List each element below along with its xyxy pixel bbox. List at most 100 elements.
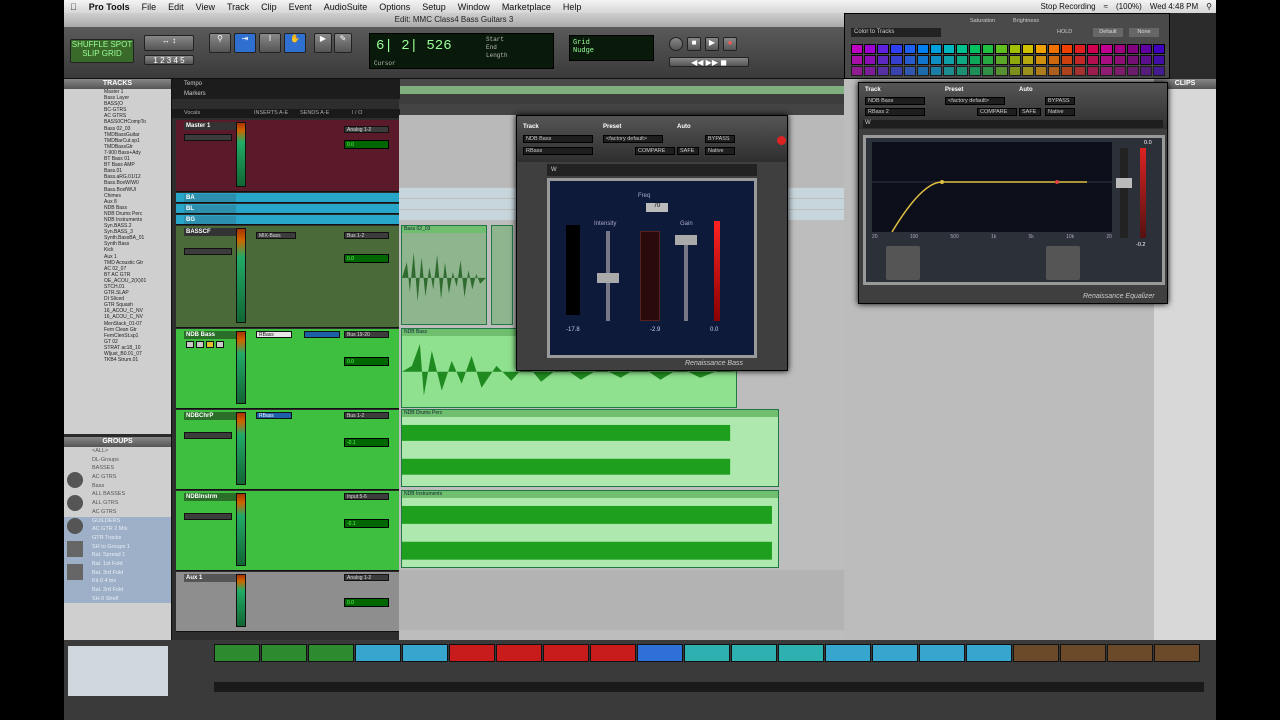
clip-ndb-instruments[interactable]: NDB Instruments: [401, 490, 779, 568]
selector-tool-icon[interactable]: I: [259, 33, 281, 53]
trim-tool-icon[interactable]: ⇥: [234, 33, 256, 53]
timeline-segment[interactable]: [1060, 644, 1106, 662]
track-ndbinstrm[interactable]: NDBInstrm Input 5-6 -0.1: [176, 491, 400, 571]
scrubber-tool-icon[interactable]: ▶: [314, 33, 332, 53]
color-swatch[interactable]: [1074, 66, 1087, 76]
solo-icon[interactable]: [206, 341, 214, 348]
color-swatch[interactable]: [929, 44, 942, 54]
group-icon-2[interactable]: [67, 495, 83, 511]
track-name[interactable]: NDBInstrm: [184, 493, 236, 501]
color-swatch[interactable]: [864, 55, 877, 65]
timeline-segment[interactable]: [637, 644, 683, 662]
volume-display[interactable]: 0.0: [344, 357, 389, 366]
preset-selector[interactable]: <factory default>: [603, 135, 663, 143]
timeline-segment[interactable]: [919, 644, 965, 662]
color-swatch[interactable]: [1087, 55, 1100, 65]
zoom-buttons[interactable]: ↔ ↕: [144, 35, 194, 51]
color-swatch[interactable]: [864, 66, 877, 76]
color-swatch[interactable]: [1126, 66, 1139, 76]
track-name[interactable]: Aux 1: [184, 574, 236, 582]
band-1-controls[interactable]: [886, 246, 920, 280]
timeline-segment[interactable]: [1013, 644, 1059, 662]
group-list-item[interactable]: Bal. 3rd Fold: [64, 586, 171, 595]
color-swatch[interactable]: [877, 44, 890, 54]
color-swatch[interactable]: [1126, 44, 1139, 54]
color-swatch[interactable]: [1126, 55, 1139, 65]
color-swatch[interactable]: [1061, 44, 1074, 54]
freq-value[interactable]: 70: [646, 203, 668, 212]
color-swatch[interactable]: [916, 55, 929, 65]
color-swatch[interactable]: [1152, 55, 1165, 65]
color-swatch[interactable]: [1034, 66, 1047, 76]
timeline-segment[interactable]: [1154, 644, 1200, 662]
timeline-segment[interactable]: [355, 644, 401, 662]
timeline-segment[interactable]: [496, 644, 542, 662]
track-ndbchrp[interactable]: NDBChrP RBass Bus 1-2 -0.1: [176, 410, 400, 490]
clip-list-bottom[interactable]: [68, 646, 168, 696]
color-swatch[interactable]: [903, 44, 916, 54]
track-name[interactable]: Master 1: [184, 122, 236, 130]
color-swatch[interactable]: [1087, 44, 1100, 54]
timeline-segment[interactable]: [261, 644, 307, 662]
menu-marketplace[interactable]: Marketplace: [496, 2, 557, 12]
grabber-tool-icon[interactable]: ✋: [284, 33, 306, 53]
battery-status[interactable]: (100%): [1116, 2, 1142, 11]
group-list-item[interactable]: DL-Groups: [64, 456, 171, 465]
insert-selector[interactable]: RBass 2: [865, 108, 925, 116]
color-swatch[interactable]: [1061, 55, 1074, 65]
menu-file[interactable]: File: [136, 2, 163, 12]
close-plugin-icon[interactable]: [777, 136, 786, 145]
color-swatch[interactable]: [982, 44, 995, 54]
timeline-segment[interactable]: [731, 644, 777, 662]
color-swatch[interactable]: [1008, 55, 1021, 65]
apple-icon[interactable]: : [64, 2, 83, 12]
color-swatch[interactable]: [903, 66, 916, 76]
color-target-selector[interactable]: Color to Tracks: [851, 28, 941, 37]
color-swatch[interactable]: [1100, 44, 1113, 54]
track-selector[interactable]: NDB Bass: [523, 135, 593, 143]
color-swatch[interactable]: [1074, 44, 1087, 54]
menu-edit[interactable]: Edit: [162, 2, 190, 12]
tempo-ruler[interactable]: [399, 94, 844, 104]
gain-fader-thumb[interactable]: [1116, 178, 1132, 188]
color-swatch[interactable]: [1034, 44, 1047, 54]
group-icon-1[interactable]: [67, 472, 83, 488]
timeline-segment[interactable]: [402, 644, 448, 662]
color-swatch[interactable]: [982, 55, 995, 65]
plugin-toolbar[interactable]: W: [863, 120, 1163, 128]
automation-mode[interactable]: [184, 134, 232, 141]
output-selector[interactable]: Bus 1-2: [344, 412, 389, 419]
color-swatch-grid[interactable]: [851, 44, 1165, 76]
preset-selector[interactable]: <factory default>: [945, 97, 1005, 105]
track-name[interactable]: BG: [184, 216, 236, 224]
send-slot[interactable]: [304, 331, 340, 338]
eq-graph[interactable]: [872, 142, 1112, 232]
universe-timeline[interactable]: [214, 644, 1204, 664]
safe-button[interactable]: SAFE: [677, 147, 699, 155]
color-swatch[interactable]: [942, 44, 955, 54]
clip-bass-02[interactable]: Bass 02_03: [401, 225, 487, 325]
hold-label[interactable]: HOLD: [1057, 29, 1072, 35]
volume-display[interactable]: -0.1: [344, 519, 389, 528]
menu-clip[interactable]: Clip: [255, 2, 283, 12]
horizontal-scrollbar[interactable]: [214, 682, 1204, 692]
record-button-icon[interactable]: ●: [723, 37, 737, 51]
menu-event[interactable]: Event: [283, 2, 318, 12]
grid-icon[interactable]: [67, 564, 83, 580]
volume-display[interactable]: 0.0: [344, 254, 389, 263]
color-swatch[interactable]: [956, 55, 969, 65]
output-selector[interactable]: Bus 1-2: [344, 232, 389, 239]
zoom-presets[interactable]: 1 2 3 4 5: [144, 55, 194, 65]
color-swatch[interactable]: [1074, 55, 1087, 65]
menu-setup[interactable]: Setup: [416, 2, 452, 12]
color-swatch[interactable]: [969, 55, 982, 65]
markers-ruler[interactable]: [399, 104, 844, 115]
menu-track[interactable]: Track: [221, 2, 255, 12]
insert-slot-rbass[interactable]: RBass: [256, 331, 292, 338]
color-swatch[interactable]: [1100, 66, 1113, 76]
menu-app[interactable]: Pro Tools: [83, 2, 136, 12]
color-swatch[interactable]: [1139, 66, 1152, 76]
output-selector[interactable]: Bus 19-20: [344, 331, 389, 338]
color-swatch[interactable]: [1152, 44, 1165, 54]
track-ba[interactable]: BA: [176, 193, 400, 203]
